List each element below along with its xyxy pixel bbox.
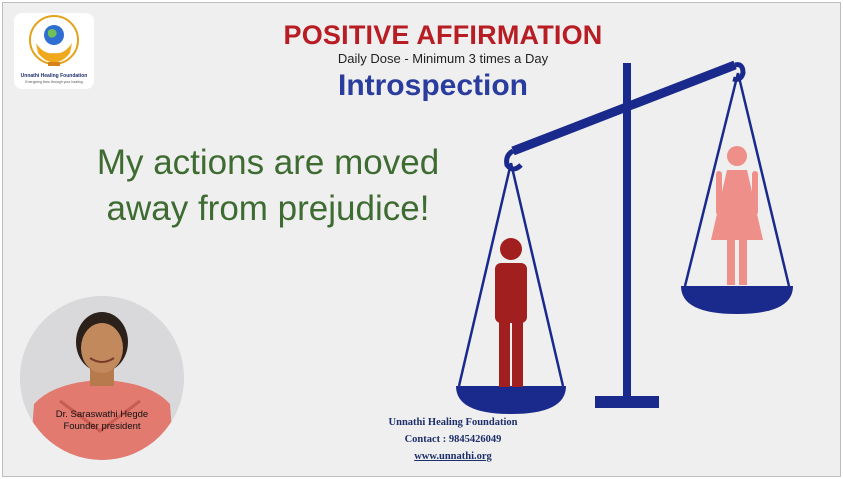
globe-in-hands-icon xyxy=(29,15,79,66)
foundation-logo: Unnathi Healing Foundation Energizing li… xyxy=(14,13,94,89)
footer-org-name: Unnathi Healing Foundation xyxy=(388,417,518,428)
footer-phone: Contact : 9845426049 xyxy=(404,434,502,445)
founder-photo xyxy=(20,296,184,460)
man-icon xyxy=(495,238,527,387)
logo-org-name: Unnathi Healing Foundation xyxy=(20,73,88,79)
website-link[interactable]: www.unnathi.org xyxy=(353,448,553,465)
founder-name: Dr. Saraswathi Hegde xyxy=(55,409,149,420)
scale-pole xyxy=(623,63,631,398)
founder-portrait: Dr. Saraswathi Hegde Founder president xyxy=(20,296,184,460)
page-title: POSITIVE AFFIRMATION xyxy=(283,20,603,50)
slide: Unnathi Healing Foundation Energizing li… xyxy=(2,2,841,477)
woman-icon xyxy=(711,146,763,285)
scale-base xyxy=(595,396,659,408)
footer-contact: Unnathi Healing Foundation Contact : 984… xyxy=(353,414,553,465)
scale-left-pan xyxy=(456,386,566,414)
founder-role: Founder president xyxy=(63,421,141,432)
balance-scale-illustration xyxy=(456,60,793,414)
logo-tagline: Energizing lives through your healing xyxy=(25,80,83,84)
scale-right-pan xyxy=(681,286,793,314)
